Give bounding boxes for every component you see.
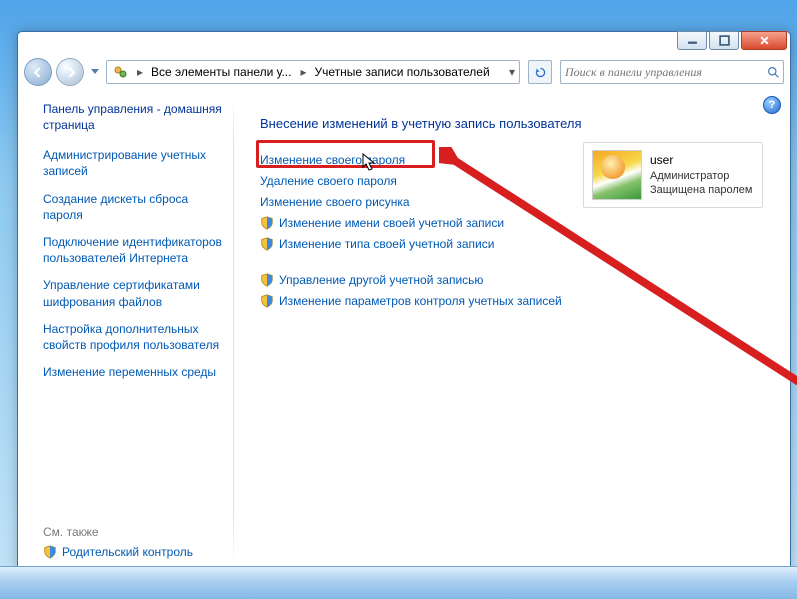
- refresh-button[interactable]: [528, 60, 552, 84]
- action-label: Изменение имени своей учетной записи: [279, 216, 504, 230]
- chevron-right-icon: ▸: [133, 61, 147, 83]
- taskbar[interactable]: [0, 566, 797, 599]
- breadcrumb-seg-1[interactable]: Все элементы панели у...: [147, 61, 296, 83]
- sidebar-item[interactable]: Управление сертификатами шифрования файл…: [43, 277, 224, 309]
- user-role: Администратор: [650, 169, 752, 183]
- see-also-label: См. также: [43, 519, 224, 539]
- chevron-right-icon: ▸: [296, 61, 310, 83]
- actions-bottom: Управление другой учетной записью Изменен…: [260, 273, 769, 308]
- sidebar-item[interactable]: Настройка дополнительных свойств профиля…: [43, 321, 224, 353]
- window-controls: [677, 31, 787, 50]
- action-label: Изменение своего рисунка: [260, 195, 410, 209]
- breadcrumb[interactable]: ▸ Все элементы панели у... ▸ Учетные зап…: [106, 60, 520, 84]
- help-icon[interactable]: ?: [763, 96, 781, 114]
- explorer-window: ▸ Все элементы панели у... ▸ Учетные зап…: [17, 31, 791, 573]
- action-label: Удаление своего пароля: [260, 174, 397, 188]
- chevron-down-icon[interactable]: ▾: [505, 61, 519, 83]
- sidebar-item[interactable]: Создание дискеты сброса пароля: [43, 191, 224, 223]
- action-label: Изменение параметров контроля учетных за…: [279, 294, 562, 308]
- sidebar-item[interactable]: Изменение переменных среды: [43, 364, 224, 380]
- shield-icon: [43, 545, 57, 559]
- action-label: Изменение типа своей учетной записи: [279, 237, 494, 251]
- shield-icon: [260, 294, 274, 308]
- action-link[interactable]: Управление другой учетной записью: [260, 273, 769, 287]
- sidebar-footer: См. также Родительский контроль: [43, 519, 224, 559]
- action-link[interactable]: Изменение параметров контроля учетных за…: [260, 294, 769, 308]
- parental-controls-label: Родительский контроль: [62, 545, 193, 559]
- search-box[interactable]: [560, 60, 784, 84]
- sidebar-item[interactable]: Подключение идентификаторов пользователе…: [43, 234, 224, 266]
- action-label: Изменение своего пароля: [260, 153, 405, 167]
- parental-controls-link[interactable]: Родительский контроль: [43, 545, 224, 559]
- user-name: user: [650, 153, 752, 169]
- search-icon: [763, 66, 783, 79]
- user-status: Защищена паролем: [650, 183, 752, 197]
- minimize-button[interactable]: [677, 31, 707, 50]
- action-link[interactable]: Изменение типа своей учетной записи: [260, 237, 769, 251]
- user-card: user Администратор Защищена паролем: [583, 142, 763, 208]
- avatar[interactable]: [592, 150, 642, 200]
- action-label: Управление другой учетной записью: [279, 273, 483, 287]
- close-button[interactable]: [741, 31, 787, 50]
- forward-button[interactable]: [56, 58, 84, 86]
- nav-row: ▸ Все элементы панели у... ▸ Учетные зап…: [24, 57, 784, 87]
- sidebar: Панель управления - домашняя страница Ад…: [19, 90, 234, 571]
- shield-icon: [260, 216, 274, 230]
- shield-icon: [260, 237, 274, 251]
- maximize-button[interactable]: [709, 31, 739, 50]
- sidebar-item[interactable]: Администрирование учетных записей: [43, 147, 224, 179]
- search-input[interactable]: [561, 65, 763, 80]
- control-panel-icon: [111, 63, 129, 81]
- history-dropdown[interactable]: [88, 62, 102, 82]
- shield-icon: [260, 273, 274, 287]
- main-panel: ? Внесение изменений в учетную запись по…: [234, 90, 789, 571]
- action-link[interactable]: Изменение имени своей учетной записи: [260, 216, 769, 230]
- breadcrumb-seg-2[interactable]: Учетные записи пользователей: [310, 61, 494, 83]
- page-title: Внесение изменений в учетную запись поль…: [260, 116, 769, 131]
- content-area: Панель управления - домашняя страница Ад…: [19, 90, 789, 571]
- user-info: user Администратор Защищена паролем: [650, 153, 752, 197]
- control-panel-home-link[interactable]: Панель управления - домашняя страница: [43, 102, 224, 133]
- back-button[interactable]: [24, 58, 52, 86]
